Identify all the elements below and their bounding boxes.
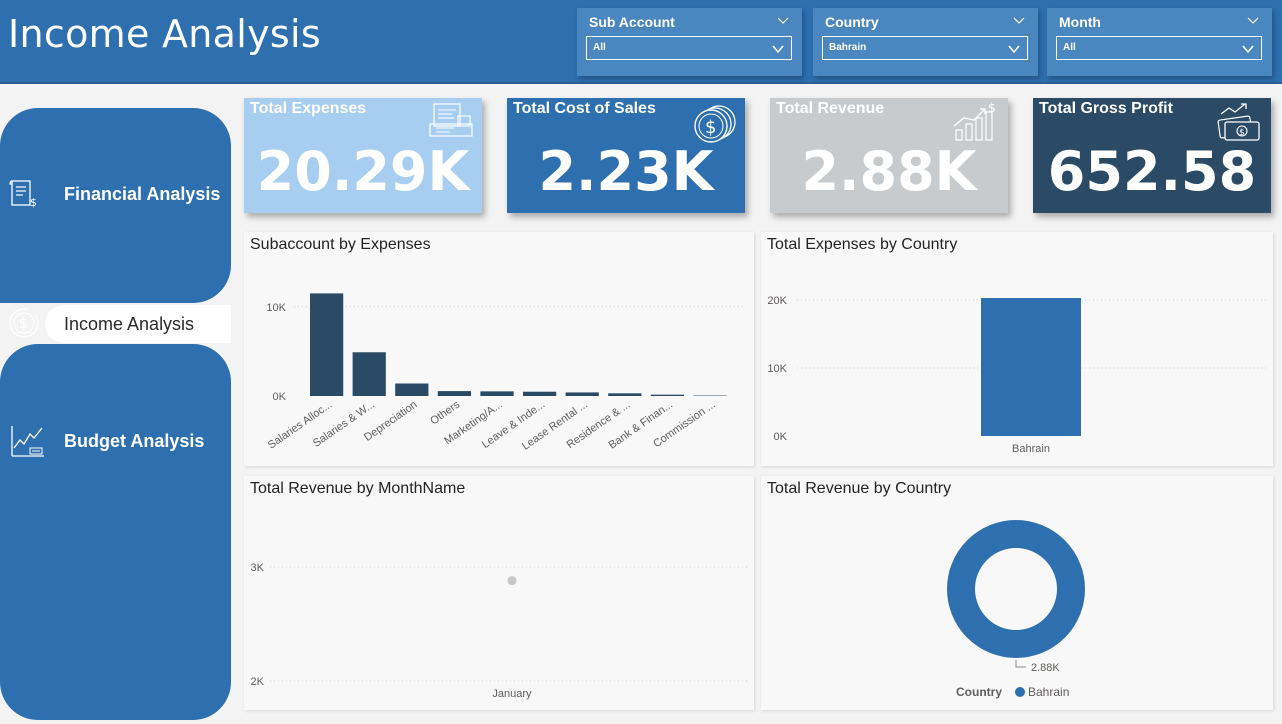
chart-total-revenue-by-monthname: 2K 3K January Total Revenue by MonthName — [244, 476, 754, 710]
bar — [310, 293, 344, 396]
page-title: Income Analysis — [8, 12, 321, 56]
leader-line — [1015, 660, 1026, 668]
kpi-label: Total Gross Profit — [1039, 100, 1173, 117]
slicer-title: Sub Account — [589, 14, 675, 30]
document-dollar-icon: $ — [9, 180, 37, 209]
bar — [650, 394, 685, 396]
y-tick-label: 0K — [273, 391, 287, 403]
y-tick-label: 10K — [266, 302, 286, 314]
chevron-down-icon[interactable] — [1246, 14, 1260, 28]
chart-title: Total Revenue by Country — [767, 480, 952, 497]
chart-total-revenue-by-country: 2.88K Country Bahrain Total Revenue by Cou… — [761, 476, 1273, 710]
kpi-card-total-expenses: Total Expenses 20.29K — [244, 98, 482, 213]
y-tick-label: 10K — [767, 363, 787, 375]
slicer-value: Bahrain — [829, 42, 867, 53]
bar — [480, 391, 514, 396]
nav-label-financial-analysis[interactable]: Financial Analysis — [64, 184, 220, 205]
slicer-title: Country — [825, 14, 879, 30]
donut-slice — [947, 520, 1085, 658]
chevron-down-icon[interactable] — [776, 14, 790, 28]
slicer-sub-account[interactable]: Sub Account All — [577, 8, 802, 76]
donut-chart-revenue-country: 2.88K Country Bahrain — [947, 520, 1085, 699]
y-tick-label: 0K — [774, 431, 788, 443]
data-label: 2.88K — [1031, 662, 1060, 674]
kpi-value: 2.88K — [801, 140, 977, 203]
money-growth-icon: $ — [1217, 103, 1260, 141]
x-tick-label: January — [492, 688, 532, 700]
side-navigation: $ Financial Analysis $ Income Analysis B… — [0, 108, 232, 720]
kpi-card-total-gross-profit: Total Gross Profit $ 652.58 — [1033, 98, 1271, 213]
chart-title: Subaccount by Expenses — [250, 236, 431, 253]
kpi-value: 652.58 — [1047, 140, 1257, 203]
x-tick-label: Others — [428, 398, 462, 427]
chevron-down-icon[interactable] — [1012, 14, 1026, 28]
svg-text:$: $ — [988, 102, 996, 115]
kpi-value: 2.23K — [538, 140, 714, 203]
kpi-card-total-revenue: Total Revenue $ 2.88K — [770, 98, 1008, 213]
kpi-label: Total Cost of Sales — [513, 100, 656, 117]
chart-total-expenses-by-country: 0K 10K 20K Bahrain Total Expenses by Countr… — [761, 232, 1273, 466]
bar-chart-expenses-country: 0K 10K 20K Bahrain — [767, 295, 1266, 455]
bar — [608, 393, 642, 396]
dollar-cycle-icon: $ — [9, 308, 39, 338]
legend-marker — [1015, 687, 1025, 697]
bar — [395, 383, 429, 396]
svg-text:$: $ — [705, 117, 716, 138]
data-point — [507, 576, 517, 586]
y-tick-label: 3K — [251, 562, 265, 574]
scatter-chart-revenue-month: 2K 3K January — [251, 562, 749, 700]
invoice-icon — [429, 103, 473, 137]
x-tick-label: Bahrain — [1012, 443, 1050, 455]
kpi-label: Total Expenses — [250, 100, 367, 117]
chevron-down-icon[interactable] — [771, 42, 785, 56]
header-bar: Income Analysis Sub Account All Country … — [0, 0, 1282, 84]
chevron-down-icon[interactable] — [1007, 42, 1021, 56]
y-tick-label: 20K — [767, 295, 787, 307]
bar — [352, 352, 386, 396]
slicer-month[interactable]: Month All — [1047, 8, 1272, 76]
nav-label-budget-analysis[interactable]: Budget Analysis — [64, 431, 204, 452]
kpi-value: 20.29K — [256, 140, 470, 203]
svg-text:$: $ — [1239, 128, 1245, 138]
bar — [523, 391, 557, 396]
chevron-down-icon[interactable] — [1241, 42, 1255, 56]
slicer-country[interactable]: Country Bahrain — [813, 8, 1038, 76]
nav-item-budget-analysis[interactable] — [0, 344, 231, 720]
slicer-value: All — [1063, 42, 1076, 53]
growth-chart-icon — [11, 426, 44, 457]
chart-title: Total Revenue by MonthName — [250, 480, 466, 497]
nav-label-income-analysis[interactable]: Income Analysis — [64, 314, 194, 335]
kpi-label: Total Revenue — [776, 100, 885, 117]
bar — [437, 391, 472, 396]
legend-title: Country — [956, 685, 1002, 699]
slicer-title: Month — [1059, 14, 1101, 30]
y-tick-label: 2K — [251, 676, 265, 688]
country-dropdown[interactable]: Bahrain — [822, 36, 1028, 60]
sub-account-dropdown[interactable]: All — [586, 36, 792, 60]
legend-label: Bahrain — [1028, 685, 1069, 699]
bar — [565, 392, 599, 396]
svg-text:$: $ — [19, 316, 28, 332]
revenue-growth-icon: $ — [953, 102, 996, 141]
svg-text:$: $ — [30, 196, 37, 209]
bar — [981, 298, 1081, 436]
bar-chart-subaccount: 0K10KSalaries Alloc...Salaries & W...Dep… — [266, 293, 744, 453]
month-dropdown[interactable]: All — [1056, 36, 1262, 60]
chart-subaccount-by-expenses: 0K 10K Salaries Alloc... Salaries & W... Dep… — [244, 232, 754, 466]
slicer-value: All — [593, 42, 606, 53]
kpi-card-total-cost-of-sales: Total Cost of Sales $ 2.23K — [507, 98, 745, 213]
chart-title: Total Expenses by Country — [767, 236, 958, 253]
